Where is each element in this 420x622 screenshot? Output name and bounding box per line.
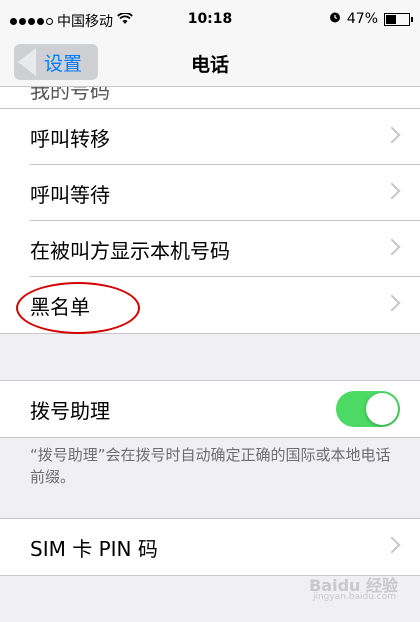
chevron-right-icon <box>383 126 401 144</box>
row-label: SIM 卡 PIN 码 <box>30 536 158 561</box>
baidu-watermark-url: jingyan.baidu.com <box>312 592 396 602</box>
row-label: 在被叫方显示本机号码 <box>30 238 230 263</box>
show-caller-id-row[interactable]: 在被叫方显示本机号码 <box>0 221 420 277</box>
row-label: 拨号助理 <box>30 398 110 423</box>
row-label: 呼叫转移 <box>30 126 110 151</box>
chevron-right-icon <box>383 294 401 312</box>
status-right: 47% <box>329 11 413 27</box>
nav-bar: 设置 电话 <box>0 38 420 87</box>
status-bar: 中国移动 10:18 47% <box>0 0 420 38</box>
battery-icon <box>384 12 413 26</box>
annotation-circle <box>16 282 140 334</box>
dial-assist-toggle[interactable] <box>336 391 400 427</box>
call-waiting-row[interactable]: 呼叫等待 <box>0 165 420 221</box>
row-label: 呼叫等待 <box>30 182 110 207</box>
battery-percent: 47% <box>346 11 378 27</box>
alarm-icon <box>329 11 341 27</box>
sim-pin-group: SIM 卡 PIN 码 <box>0 518 420 576</box>
call-forwarding-row[interactable]: 呼叫转移 <box>0 109 420 165</box>
sim-pin-row[interactable]: SIM 卡 PIN 码 <box>0 519 420 575</box>
dial-assist-footnote: “拨号助理”会在拨号时自动确定正确的国际或本地电话前缀。 <box>30 446 391 486</box>
page-title: 电话 <box>190 54 229 76</box>
dial-assist-row: 拨号助理 <box>0 381 420 437</box>
chevron-right-icon <box>383 238 401 256</box>
cutoff-row: 我的号码 <box>0 87 420 108</box>
chevron-right-icon <box>383 182 401 200</box>
chevron-right-icon <box>383 536 401 554</box>
toggle-knob <box>366 393 398 425</box>
dial-assist-group: 拨号助理 <box>0 380 420 438</box>
cutoff-row-label: 我的号码 <box>30 87 110 103</box>
